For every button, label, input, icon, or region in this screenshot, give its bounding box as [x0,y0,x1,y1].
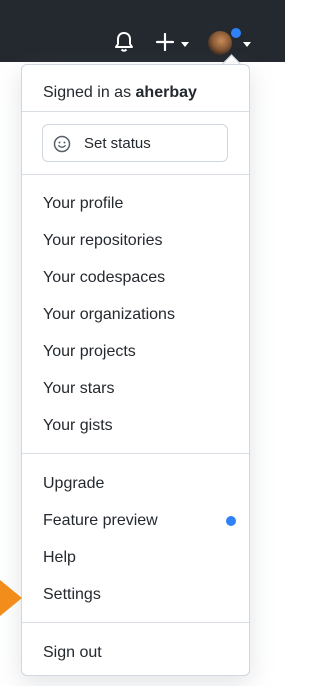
avatar[interactable] [208,31,232,55]
menu-item-your-organizations[interactable]: Your organizations [43,305,175,325]
signed-in-prefix: Signed in as [43,84,132,101]
notification-dot [230,27,242,39]
user-dropdown-menu: Signed in as aherbay Set status Your pro… [21,64,250,676]
chevron-down-icon[interactable] [181,42,189,47]
smiley-icon [53,135,71,153]
menu-item-sign-out[interactable]: Sign out [43,643,102,663]
menu-item-your-profile[interactable]: Your profile [43,194,123,214]
highlight-arrow-pointer [0,580,22,616]
username: aherbay [135,84,197,101]
menu-item-feature-preview[interactable]: Feature preview [43,511,158,531]
menu-item-upgrade[interactable]: Upgrade [43,474,104,494]
menu-item-help[interactable]: Help [43,548,76,568]
set-status-button[interactable]: Set status [42,124,228,162]
menu-item-your-gists[interactable]: Your gists [43,416,113,436]
plus-icon[interactable] [155,32,175,52]
divider [22,174,249,175]
bell-icon[interactable] [114,31,134,53]
divider [22,111,249,112]
feature-preview-indicator-dot [226,516,236,526]
set-status-label: Set status [84,135,151,152]
header-bar [0,0,285,62]
signed-in-header: Signed in as aherbay [43,83,197,103]
menu-item-your-codespaces[interactable]: Your codespaces [43,268,165,288]
menu-item-settings[interactable]: Settings [43,585,101,605]
menu-item-your-repositories[interactable]: Your repositories [43,231,162,251]
divider [22,622,249,623]
divider [22,453,249,454]
menu-item-your-stars[interactable]: Your stars [43,379,114,399]
menu-item-your-projects[interactable]: Your projects [43,342,136,362]
chevron-down-icon[interactable] [243,42,251,47]
